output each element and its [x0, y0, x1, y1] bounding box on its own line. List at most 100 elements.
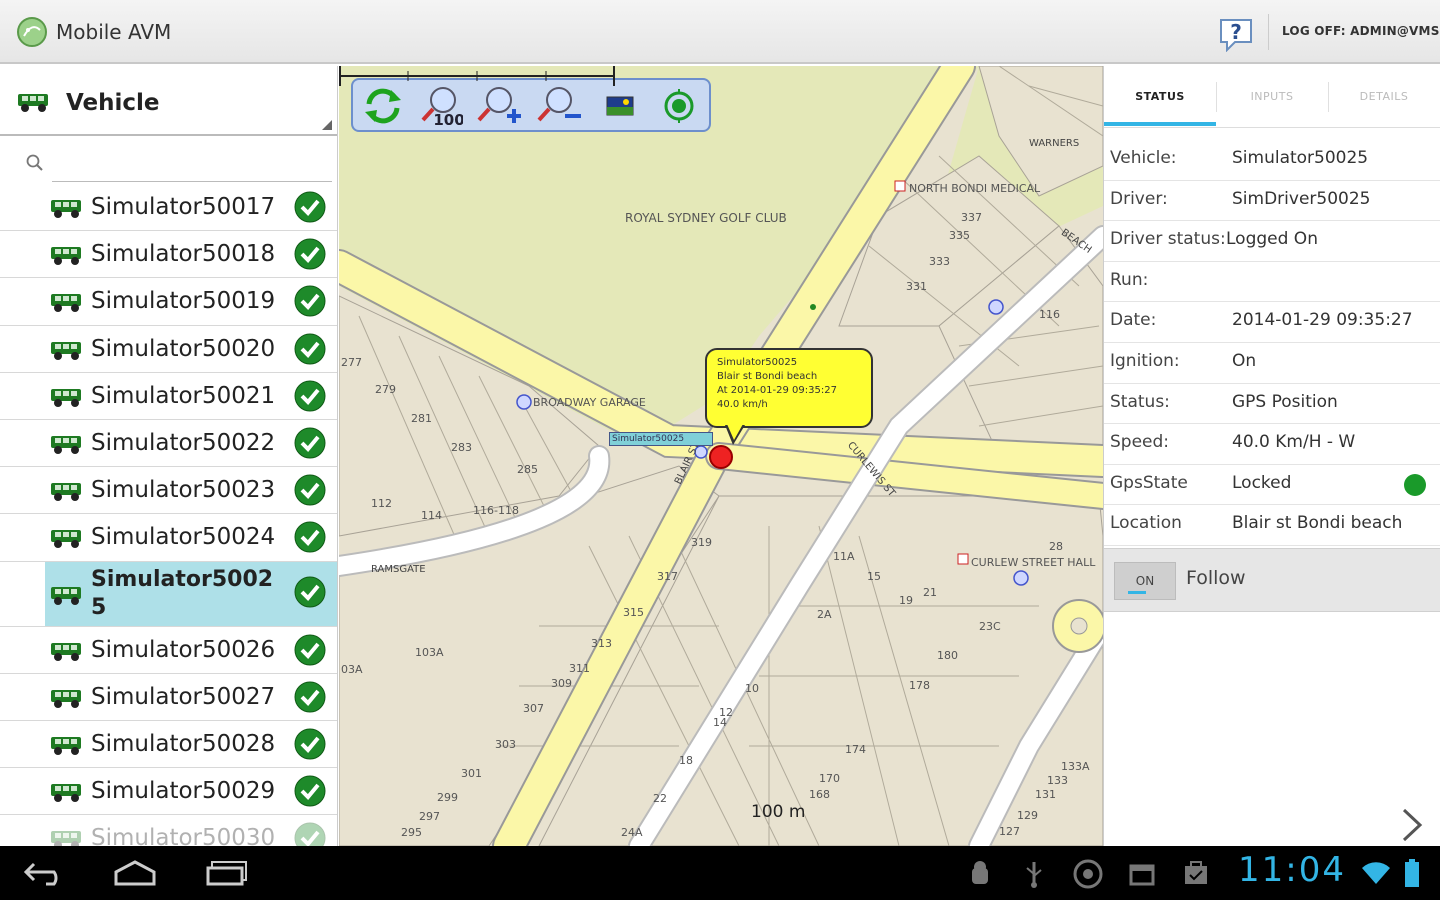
lot-number: 22 — [653, 792, 667, 805]
status-field-key: Status: — [1110, 391, 1170, 412]
status-field-row: Ignition: On — [1104, 343, 1440, 384]
status-field-value: Locked — [1232, 472, 1292, 493]
vehicle-list-item[interactable]: Simulator50025 — [0, 561, 337, 627]
hall-poi-icon — [1013, 570, 1029, 586]
pane-resize-handle[interactable] — [322, 120, 332, 130]
lot-number: 18 — [679, 754, 693, 767]
vehicle-list-item[interactable]: Simulator50030 — [0, 815, 337, 846]
vehicle-list-item[interactable]: Simulator50024 — [0, 514, 337, 562]
status-field-value: 40.0 Km/H - W — [1232, 432, 1356, 453]
vehicle-list-item[interactable]: Simulator50023 — [0, 467, 337, 515]
zoom-100-button[interactable]: 100 — [419, 86, 465, 129]
lot-number: 10 — [745, 682, 759, 695]
locate-icon — [664, 89, 694, 123]
vehicle-name: Simulator50030 — [91, 825, 276, 846]
refresh-icon — [365, 88, 401, 124]
lot-number: 295 — [401, 826, 422, 839]
check-icon — [294, 728, 326, 764]
chevron-right-icon[interactable] — [1400, 808, 1424, 842]
action-bar: Mobile AVM ? LOG OFF: ADMIN@VMS — [0, 0, 1440, 64]
zoom-out-button[interactable] — [537, 86, 581, 126]
truck-icon — [50, 527, 84, 553]
map-toolbar: 100 — [351, 78, 711, 132]
garage-poi-icon — [516, 394, 532, 410]
lot-number: 313 — [591, 637, 612, 650]
vehicle-list-item[interactable]: Simulator50018 — [0, 231, 337, 279]
lot-number: 180 — [937, 649, 958, 662]
vehicle-list-item[interactable]: Simulator50021 — [0, 373, 337, 420]
lot-number: 19 — [899, 594, 913, 607]
map-label-golf-club: ROYAL SYDNEY GOLF CLUB — [625, 211, 787, 225]
callout-line-3: At 2014-01-29 09:35:27 — [717, 385, 837, 396]
follow-toggle-label: ON — [1135, 574, 1155, 588]
lot-number: 174 — [845, 743, 866, 756]
vehicle-list-item[interactable]: Simulator50029 — [0, 768, 337, 816]
callout-line-4: 40.0 km/h — [717, 399, 768, 410]
bus-poi-icon — [988, 299, 1004, 315]
details-tabs: STATUS INPUTS DETAILS — [1104, 66, 1440, 128]
status-field-key: Date: — [1110, 310, 1157, 331]
status-field-key: Ignition: — [1110, 350, 1180, 371]
vehicle-name: Simulator50020 — [91, 335, 276, 362]
map-view[interactable]: ROYAL SYDNEY GOLF CLUB NORTH BONDI MEDIC… — [339, 66, 1103, 846]
map-layer-button[interactable] — [599, 86, 643, 126]
check-icon — [294, 822, 326, 846]
gps-status-icon — [1073, 859, 1103, 889]
tab-status[interactable]: STATUS — [1104, 66, 1216, 128]
truck-icon — [50, 386, 84, 412]
check-icon — [294, 380, 326, 416]
vehicle-callout[interactable]: Simulator50025 Blair st Bondi beach At 2… — [705, 348, 873, 428]
status-clock: 11:04 — [1238, 850, 1346, 890]
help-icon[interactable]: ? — [1217, 14, 1255, 52]
tab-details[interactable]: DETAILS — [1328, 66, 1440, 128]
refresh-button[interactable] — [361, 86, 405, 126]
vehicle-list-item[interactable]: Simulator50022 — [0, 420, 337, 468]
status-field-row: GpsState Locked — [1104, 465, 1440, 506]
status-field-row: Speed: 40.0 Km/H - W — [1104, 424, 1440, 465]
map-label-ramsgate: RAMSGATE — [371, 564, 426, 575]
battery-icon — [1405, 859, 1419, 887]
app-logo-icon — [17, 17, 47, 47]
vehicle-search-row — [0, 138, 337, 184]
vehicle-marker-icon[interactable] — [709, 445, 733, 469]
callout-line-1: Simulator50025 — [717, 357, 798, 368]
lot-number: 317 — [657, 570, 678, 583]
status-field-key: Run: — [1110, 269, 1149, 290]
status-field-key: Driver: — [1110, 188, 1168, 209]
zoom-in-button[interactable] — [477, 86, 521, 126]
vehicle-list-item[interactable]: Simulator50017 — [0, 184, 337, 232]
lot-number: 133A — [1061, 760, 1090, 773]
vehicle-list-item[interactable]: Simulator50019 — [0, 278, 337, 326]
vehicle-list-item[interactable]: Simulator50026 — [0, 627, 337, 674]
lot-number: 285 — [517, 463, 538, 476]
lot-number: 299 — [437, 791, 458, 804]
tab-inputs[interactable]: INPUTS — [1216, 66, 1328, 128]
tab-status-indicator — [1104, 122, 1216, 126]
logoff-button[interactable]: LOG OFF: ADMIN@VMS — [1282, 24, 1440, 38]
locate-button[interactable] — [657, 86, 701, 126]
wifi-icon — [1362, 862, 1390, 884]
truck-icon — [18, 94, 48, 112]
vehicle-list-item[interactable]: Simulator50028 — [0, 721, 337, 769]
home-icon[interactable] — [112, 860, 158, 886]
vehicle-list-item[interactable]: Simulator50020 — [0, 326, 337, 373]
zoom-100-icon: 100 — [421, 87, 465, 129]
lot-number: 337 — [961, 211, 982, 224]
scale-bar — [339, 66, 615, 86]
vehicle-pane: Vehicle Simulator50017 Simulator50018 Simu… — [0, 66, 338, 846]
lot-number: 303 — [495, 738, 516, 751]
status-field-value: SimDriver50025 — [1232, 188, 1371, 209]
back-icon[interactable] — [24, 860, 68, 886]
recent-apps-icon[interactable] — [204, 860, 250, 886]
vehicle-map-label[interactable]: Simulator50025 — [609, 432, 713, 446]
follow-toggle[interactable]: ON — [1114, 562, 1176, 600]
status-field-value: On — [1232, 350, 1257, 371]
map-label-medical: NORTH BONDI MEDICAL — [909, 182, 1041, 195]
lot-number: 03A — [341, 663, 363, 676]
map-label-curlew-hall: CURLEW STREET HALL — [971, 556, 1096, 569]
check-icon — [294, 474, 326, 510]
status-field-value: Logged On — [1226, 229, 1318, 250]
follow-label: Follow — [1186, 567, 1246, 589]
vehicle-search-input[interactable] — [52, 146, 332, 182]
vehicle-list-item[interactable]: Simulator50027 — [0, 674, 337, 721]
